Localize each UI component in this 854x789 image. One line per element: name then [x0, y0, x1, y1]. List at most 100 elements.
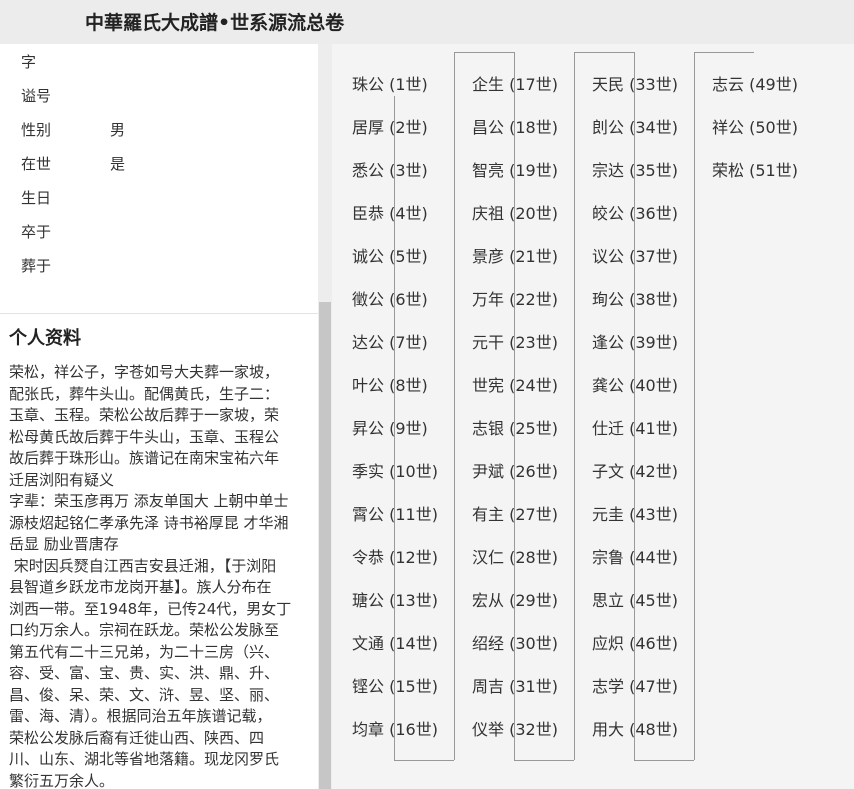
generation-number: (44世) — [629, 548, 678, 567]
generation-name[interactable]: 仕迁 — [592, 419, 624, 438]
bio-line: 口约万余人。宗祠在跃龙。荣松公发脉至 — [9, 621, 280, 639]
generation-name[interactable]: 文通 — [352, 634, 384, 653]
page-header: 中華羅氏大成譜•世系源流总卷 — [0, 0, 854, 44]
generation-name[interactable]: 庆祖 — [472, 204, 504, 223]
field-label-gender: 性别 — [21, 121, 52, 139]
bio-line: 字辈：荣玉彦再万 添友单国大 上朝中单士 — [9, 492, 289, 510]
generation-name[interactable]: 季实 — [352, 462, 384, 481]
generation-name[interactable]: 逢公 — [592, 333, 624, 352]
generation-name[interactable]: 智亮 — [472, 161, 504, 180]
generation-name[interactable]: 昌公 — [472, 118, 504, 137]
generation-name[interactable]: 均章 — [352, 720, 384, 739]
personal-info-text: 荣松，祥公子，字苍如号大夫葬一家坡， 配张氏，葬牛头山。配偶黄氏，生子二： 玉章… — [9, 362, 310, 789]
bio-line: 浏西一带。至1948年，已传24代，男女丁 — [9, 599, 292, 618]
generation-name[interactable]: 汉仁 — [472, 548, 504, 567]
bio-line: 县智道乡跃龙市龙岗开基】。族人分布在 — [9, 578, 272, 596]
generation-name[interactable]: 志学 — [592, 677, 624, 696]
generation-name[interactable]: 剆公 — [592, 118, 624, 137]
generation-number: (51世) — [749, 161, 798, 180]
generation-number: (10世) — [389, 462, 438, 481]
generation-name[interactable]: 龚公 — [592, 376, 624, 395]
generation-number: (38世) — [629, 290, 678, 309]
generation-name[interactable]: 用大 — [592, 720, 624, 739]
field-label-birthday: 生日 — [21, 189, 52, 207]
generation-name[interactable]: 志银 — [472, 419, 504, 438]
generation-number: (32世) — [509, 720, 558, 739]
personal-info-heading: 个人资料 — [9, 328, 81, 349]
generation-name[interactable]: 宏从 — [472, 591, 504, 610]
generation-number: (36世) — [629, 204, 678, 223]
generation-number: (40世) — [629, 376, 678, 395]
generation-name[interactable]: 臣恭 — [352, 204, 384, 223]
bio-line: 源枝炤起铭仁孝承先泽 诗书裕厚昆 才华湘 — [9, 513, 289, 532]
generation-name[interactable]: 仪举 — [472, 720, 504, 739]
generation-name[interactable]: 祥公 — [712, 118, 744, 137]
generation-name[interactable]: 议公 — [592, 247, 624, 266]
generation-name[interactable]: 宗鲁 — [592, 548, 624, 567]
generation-name[interactable]: 元圭 — [592, 505, 624, 524]
bio-line: 第五代有二十三兄弟，为二十三房（兴、 — [9, 642, 280, 661]
generation-name[interactable]: 尹斌 — [472, 462, 504, 481]
generation-name[interactable]: 霄公 — [352, 505, 384, 524]
generation-name[interactable]: 世宪 — [472, 376, 504, 395]
lineage-connector — [514, 52, 515, 760]
generation-name[interactable]: 昇公 — [352, 419, 384, 438]
generation-entry[interactable]: 荣松 (51世) — [712, 160, 832, 182]
generation-name[interactable]: 景彦 — [472, 247, 504, 266]
bio-line: 昌、俊、呆、荣、文、浒、昱、坚、丽、 — [9, 685, 280, 704]
bio-line: 迁居浏阳有疑义 — [9, 470, 115, 489]
generation-number: (1世) — [389, 75, 428, 94]
generation-name[interactable]: 志云 — [712, 75, 744, 94]
generation-number: (31世) — [509, 677, 558, 696]
generation-number: (25世) — [509, 419, 558, 438]
generation-name[interactable]: 子文 — [592, 462, 624, 481]
generation-entry[interactable]: 志云 (49世) — [712, 74, 832, 96]
generation-name[interactable]: 万年 — [472, 290, 504, 309]
generation-name[interactable]: 瑭公 — [352, 591, 384, 610]
field-label-alive: 在世 — [21, 155, 52, 173]
generation-name[interactable]: 周吉 — [472, 677, 504, 696]
generation-name[interactable]: 应炽 — [592, 634, 624, 653]
field-value-gender: 男 — [110, 121, 126, 139]
generation-name[interactable]: 荣松 — [712, 161, 744, 180]
generation-name[interactable]: 珣公 — [592, 290, 624, 309]
generation-entry[interactable]: 祥公 (50世) — [712, 117, 832, 139]
field-label-death: 卒于 — [21, 223, 52, 241]
generation-name[interactable]: 宗达 — [592, 161, 624, 180]
generation-name[interactable]: 达公 — [352, 333, 384, 352]
generation-name[interactable]: 悉公 — [352, 161, 384, 180]
lineage-connector — [574, 52, 575, 760]
field-label-zi: 字 — [21, 53, 37, 71]
generation-name[interactable]: 皎公 — [592, 204, 624, 223]
generation-name[interactable]: 元干 — [472, 333, 504, 352]
generation-name[interactable]: 珠公 — [352, 75, 384, 94]
generation-name[interactable]: 有主 — [472, 505, 504, 524]
generation-name[interactable]: 叶公 — [352, 376, 384, 395]
section-divider — [0, 313, 318, 314]
bio-line: 荣松公发脉后裔有迁徙山西、陕西、四 — [9, 728, 265, 747]
generation-number: (48世) — [629, 720, 678, 739]
scrollbar-thumb[interactable] — [319, 302, 331, 789]
lineage-connector — [574, 52, 634, 53]
generation-name[interactable]: 诚公 — [352, 247, 384, 266]
lineage-connector — [454, 52, 455, 760]
generation-name[interactable]: 居厚 — [352, 118, 384, 137]
generation-name[interactable]: 思立 — [592, 591, 624, 610]
generation-number: (49世) — [749, 75, 798, 94]
generation-name[interactable]: 天民 — [592, 75, 624, 94]
generation-number: (12世) — [389, 548, 438, 567]
bio-line: 川、山东、湖北等省地落籍。现龙冈罗氏 — [9, 750, 280, 768]
generation-name[interactable]: 绍经 — [472, 634, 504, 653]
generation-number: (19世) — [509, 161, 558, 180]
bio-line: 松母黄氏故后葬于牛头山，玉章、玉程公 — [9, 427, 280, 446]
generation-name[interactable]: 企生 — [472, 75, 504, 94]
generation-number: (35世) — [629, 161, 678, 180]
generation-name[interactable]: 徵公 — [352, 290, 384, 309]
generation-name[interactable]: 令恭 — [352, 548, 384, 567]
profile-panel: 字 谥号 性别 男 在世 是 生日 卒于 葬于 个人资料 荣松，祥公子，字苍如号… — [0, 44, 318, 789]
lineage-connector — [394, 96, 395, 760]
generation-number: (20世) — [509, 204, 558, 223]
left-panel-scrollbar[interactable] — [318, 44, 332, 789]
generation-name[interactable]: 铿公 — [352, 677, 384, 696]
generation-number: (27世) — [509, 505, 558, 524]
